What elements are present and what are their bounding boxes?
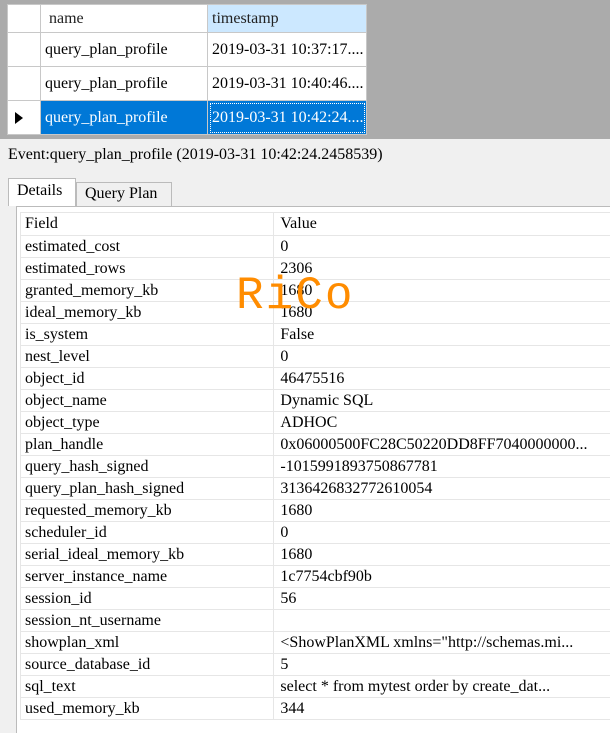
details-field-cell[interactable]: object_id: [21, 368, 274, 390]
details-value-cell[interactable]: 1680: [274, 302, 610, 324]
details-value-cell[interactable]: 5: [274, 654, 610, 676]
details-value-cell[interactable]: 3136426832772610054: [274, 478, 610, 500]
details-row[interactable]: sql_textselect * from mytest order by cr…: [21, 676, 610, 698]
details-row[interactable]: source_database_id5: [21, 654, 610, 676]
event-title: Event:query_plan_profile (2019-03-31 10:…: [8, 146, 383, 164]
grid-cell-timestamp[interactable]: 2019-03-31 10:37:17....: [208, 33, 367, 67]
details-row[interactable]: query_hash_signed-1015991893750867781: [21, 456, 610, 478]
details-field-cell[interactable]: session_id: [21, 588, 274, 610]
details-value-cell[interactable]: ADHOC: [274, 412, 610, 434]
details-row[interactable]: object_typeADHOC: [21, 412, 610, 434]
details-value-cell[interactable]: Dynamic SQL: [274, 390, 610, 412]
details-row[interactable]: plan_handle0x06000500FC28C50220DD8FF7040…: [21, 434, 610, 456]
grid-header-row: name timestamp: [8, 5, 367, 33]
details-row[interactable]: showplan_xml<ShowPlanXML xmlns="http://s…: [21, 632, 610, 654]
grid-row[interactable]: query_plan_profile 2019-03-31 10:40:46..…: [8, 67, 367, 101]
details-row[interactable]: object_id46475516: [21, 368, 610, 390]
details-field-cell[interactable]: sql_text: [21, 676, 274, 698]
column-header-name[interactable]: name: [41, 5, 208, 33]
details-value-cell[interactable]: 1680: [274, 544, 610, 566]
details-row[interactable]: session_nt_username: [21, 610, 610, 632]
tab-details[interactable]: Details: [8, 178, 76, 206]
column-header-timestamp[interactable]: timestamp: [208, 5, 367, 33]
details-row[interactable]: used_memory_kb344: [21, 698, 610, 720]
column-header-value[interactable]: Value: [274, 213, 610, 236]
details-row[interactable]: estimated_rows2306: [21, 258, 610, 280]
details-field-cell[interactable]: is_system: [21, 324, 274, 346]
details-field-cell[interactable]: ideal_memory_kb: [21, 302, 274, 324]
details-panel: Field Value estimated_cost0estimated_row…: [16, 206, 610, 733]
details-value-cell[interactable]: 46475516: [274, 368, 610, 390]
details-row[interactable]: estimated_cost0: [21, 236, 610, 258]
grid-cell-name[interactable]: query_plan_profile: [41, 101, 208, 135]
details-value-cell[interactable]: 344: [274, 698, 610, 720]
grid-cell-name[interactable]: query_plan_profile: [41, 33, 208, 67]
details-row[interactable]: serial_ideal_memory_kb1680: [21, 544, 610, 566]
details-value-cell[interactable]: 0: [274, 236, 610, 258]
events-grid: name timestamp query_plan_profile 2019-0…: [7, 4, 367, 135]
details-value-cell[interactable]: 0: [274, 346, 610, 368]
details-row[interactable]: ideal_memory_kb1680: [21, 302, 610, 324]
details-table: Field Value estimated_cost0estimated_row…: [20, 212, 610, 720]
details-field-cell[interactable]: serial_ideal_memory_kb: [21, 544, 274, 566]
column-header-field[interactable]: Field: [21, 213, 274, 236]
details-row[interactable]: granted_memory_kb1680: [21, 280, 610, 302]
details-row[interactable]: is_systemFalse: [21, 324, 610, 346]
details-field-cell[interactable]: estimated_rows: [21, 258, 274, 280]
grid-cell-name[interactable]: query_plan_profile: [41, 67, 208, 101]
details-value-cell[interactable]: False: [274, 324, 610, 346]
details-field-cell[interactable]: session_nt_username: [21, 610, 274, 632]
details-field-cell[interactable]: requested_memory_kb: [21, 500, 274, 522]
row-header[interactable]: [8, 101, 41, 135]
details-value-cell[interactable]: 0: [274, 522, 610, 544]
details-value-cell[interactable]: -1015991893750867781: [274, 456, 610, 478]
details-row[interactable]: object_nameDynamic SQL: [21, 390, 610, 412]
events-grid-area: name timestamp query_plan_profile 2019-0…: [0, 0, 610, 139]
details-field-cell[interactable]: object_type: [21, 412, 274, 434]
details-value-cell[interactable]: 2306: [274, 258, 610, 280]
details-row[interactable]: scheduler_id0: [21, 522, 610, 544]
details-field-cell[interactable]: server_instance_name: [21, 566, 274, 588]
details-header-row: Field Value: [21, 213, 610, 236]
details-value-cell[interactable]: 56: [274, 588, 610, 610]
details-value-cell[interactable]: 0x06000500FC28C50220DD8FF7040000000...: [274, 434, 610, 456]
details-row[interactable]: query_plan_hash_signed313642683277261005…: [21, 478, 610, 500]
details-row[interactable]: server_instance_name1c7754cbf90b: [21, 566, 610, 588]
row-header-corner: [8, 5, 41, 33]
row-header[interactable]: [8, 67, 41, 101]
grid-row-selected[interactable]: query_plan_profile 2019-03-31 10:42:24..…: [8, 101, 367, 135]
details-field-cell[interactable]: granted_memory_kb: [21, 280, 274, 302]
details-value-cell[interactable]: 1680: [274, 280, 610, 302]
details-field-cell[interactable]: showplan_xml: [21, 632, 274, 654]
details-value-cell[interactable]: [274, 610, 610, 632]
details-field-cell[interactable]: estimated_cost: [21, 236, 274, 258]
details-field-cell[interactable]: source_database_id: [21, 654, 274, 676]
details-field-cell[interactable]: query_plan_hash_signed: [21, 478, 274, 500]
details-field-cell[interactable]: used_memory_kb: [21, 698, 274, 720]
details-field-cell[interactable]: query_hash_signed: [21, 456, 274, 478]
details-value-cell[interactable]: 1c7754cbf90b: [274, 566, 610, 588]
details-row[interactable]: nest_level0: [21, 346, 610, 368]
row-header[interactable]: [8, 33, 41, 67]
details-value-cell[interactable]: <ShowPlanXML xmlns="http://schemas.mi...: [274, 632, 610, 654]
details-value-cell[interactable]: 1680: [274, 500, 610, 522]
tab-query-plan[interactable]: Query Plan: [76, 182, 172, 206]
grid-cell-timestamp[interactable]: 2019-03-31 10:40:46....: [208, 67, 367, 101]
details-row[interactable]: session_id56: [21, 588, 610, 610]
details-value-cell[interactable]: select * from mytest order by create_dat…: [274, 676, 610, 698]
details-field-cell[interactable]: plan_handle: [21, 434, 274, 456]
details-field-cell[interactable]: object_name: [21, 390, 274, 412]
details-field-cell[interactable]: scheduler_id: [21, 522, 274, 544]
grid-cell-timestamp[interactable]: 2019-03-31 10:42:24....: [208, 101, 367, 135]
details-field-cell[interactable]: nest_level: [21, 346, 274, 368]
current-row-arrow-icon: [15, 112, 23, 124]
details-row[interactable]: requested_memory_kb1680: [21, 500, 610, 522]
grid-row[interactable]: query_plan_profile 2019-03-31 10:37:17..…: [8, 33, 367, 67]
